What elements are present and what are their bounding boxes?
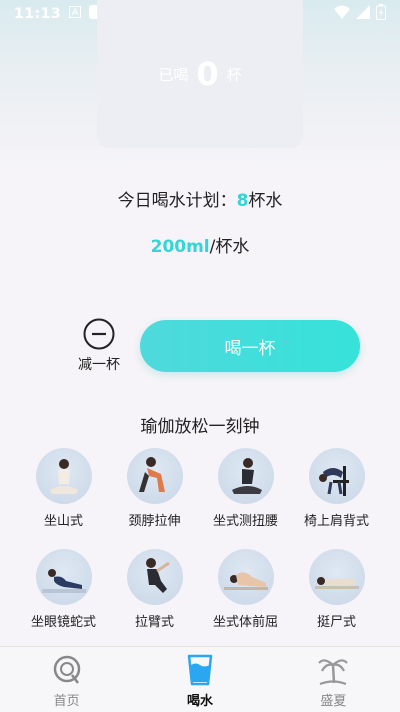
cups-drunk-card: 已喝 0 杯 <box>97 0 303 148</box>
water-cup-icon[interactable] <box>183 653 217 687</box>
yoga-pose-label: 坐式体前屈 <box>212 615 278 630</box>
yoga-pose-item[interactable]: 坐式体前屈 <box>200 549 291 630</box>
daily-plan-unit: 杯水 <box>248 191 283 211</box>
daily-plan-cups: 8 <box>236 191 249 211</box>
yoga-pose-item[interactable]: 挺尸式 <box>291 549 382 630</box>
cup-volume: 200ml/杯水 <box>0 232 400 257</box>
yoga-pose-seated-twist-icon[interactable] <box>217 448 274 504</box>
signal-icon <box>356 5 370 23</box>
yoga-pose-item[interactable]: 坐式测扭腰 <box>200 448 291 529</box>
yoga-pose-label: 坐山式 <box>43 514 83 529</box>
nav-label-home: 首页 <box>53 694 80 709</box>
yoga-pose-label: 椅上肩背式 <box>303 514 369 529</box>
nav-item-summer[interactable]: 盛夏 <box>267 647 400 712</box>
yoga-pose-label: 挺尸式 <box>316 615 356 630</box>
yoga-pose-item[interactable]: 拉臂式 <box>109 549 200 630</box>
yoga-pose-neck-stretch-icon[interactable] <box>126 448 183 504</box>
yoga-pose-item[interactable]: 椅上肩背式 <box>291 448 382 529</box>
yoga-pose-arm-stretch-icon[interactable] <box>126 549 183 605</box>
yoga-pose-corpse-icon[interactable] <box>308 549 365 605</box>
cup-volume-unit: /杯水 <box>209 237 250 257</box>
notification-a-icon <box>69 6 82 22</box>
minus-circle-icon[interactable] <box>83 318 115 350</box>
yoga-pose-item[interactable]: 坐山式 <box>18 448 109 529</box>
yoga-pose-label: 拉臂式 <box>134 615 174 630</box>
palm-tree-icon[interactable] <box>316 653 350 687</box>
minus-one-cup-label: 减一杯 <box>78 357 120 373</box>
battery-icon <box>376 4 386 24</box>
yoga-pose-label: 坐眼镜蛇式 <box>30 615 96 630</box>
cup-volume-amount: 200ml <box>150 237 210 257</box>
nav-label-water: 喝水 <box>186 694 213 709</box>
daily-plan-label: 今日喝水计划： <box>117 191 237 211</box>
yoga-pose-grid: 坐山式 颈脖拉伸 坐式测扭腰 椅上肩背式 坐眼镜蛇式 拉臂式 坐式体前屈 挺尸式 <box>18 448 382 630</box>
yoga-pose-item[interactable]: 颈脖拉伸 <box>109 448 200 529</box>
nav-item-home[interactable]: 首页 <box>0 647 133 712</box>
yoga-pose-label: 坐式测扭腰 <box>212 514 278 529</box>
bottom-navigation: 首页 喝水 盛夏 <box>0 646 400 712</box>
cups-drunk-suffix: 杯 <box>226 65 242 84</box>
status-time: 11:13 <box>14 6 62 22</box>
cups-drunk-prefix: 已喝 <box>158 65 189 84</box>
drink-one-cup-button[interactable]: 喝一杯 <box>140 320 360 372</box>
yoga-pose-label: 颈脖拉伸 <box>128 514 181 529</box>
minus-one-cup-button[interactable]: 减一杯 <box>70 318 128 374</box>
nav-item-water[interactable]: 喝水 <box>133 647 266 712</box>
cups-drunk-count: 0 <box>196 55 219 93</box>
daily-plan: 今日喝水计划：8杯水 <box>0 186 400 211</box>
wifi-icon <box>334 5 350 23</box>
yoga-section-title: 瑜伽放松一刻钟 <box>140 417 260 437</box>
yoga-pose-item[interactable]: 坐眼镜蛇式 <box>18 549 109 630</box>
nav-label-summer: 盛夏 <box>320 694 347 709</box>
yoga-pose-forward-bend-icon[interactable] <box>217 549 274 605</box>
yoga-pose-sitting-icon[interactable] <box>35 448 92 504</box>
yoga-pose-chair-backbend-icon[interactable] <box>308 448 365 504</box>
yoga-pose-cobra-icon[interactable] <box>35 549 92 605</box>
home-icon[interactable] <box>50 653 84 687</box>
